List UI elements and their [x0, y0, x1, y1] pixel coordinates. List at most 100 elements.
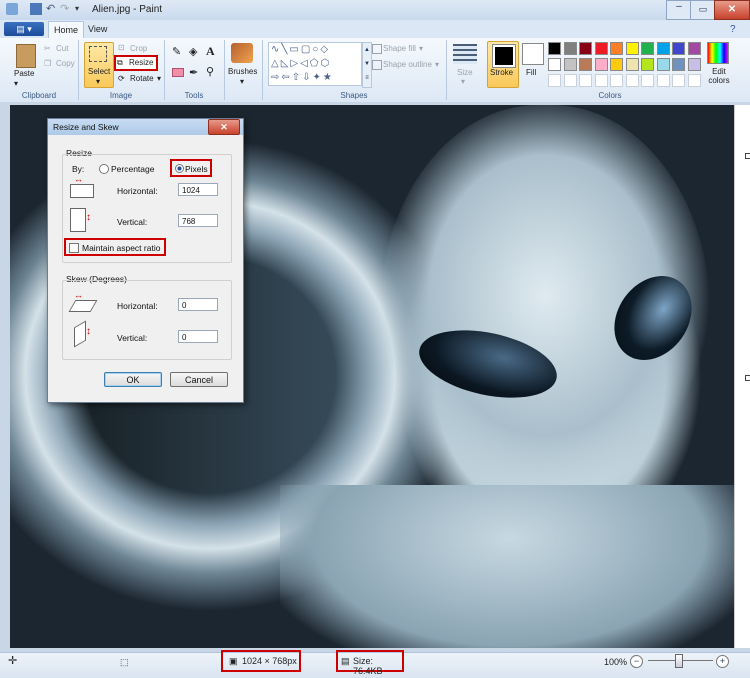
color-swatch[interactable]	[641, 42, 654, 55]
rotate-button[interactable]: Rotate	[130, 74, 154, 83]
skew-horizontal-input[interactable]: 0	[178, 298, 218, 311]
color-swatch[interactable]	[672, 58, 685, 71]
magnifier-icon[interactable]: ⚲	[206, 65, 214, 78]
color-swatch[interactable]	[579, 42, 592, 55]
pixels-radio[interactable]	[175, 164, 184, 173]
cut-icon[interactable]: ✂	[44, 44, 51, 53]
copy-button[interactable]: Copy	[56, 59, 75, 68]
custom-color-slot[interactable]	[625, 74, 639, 87]
window-title: Alien.jpg - Paint	[92, 4, 163, 15]
color-swatch[interactable]	[672, 42, 685, 55]
custom-color-slot[interactable]	[548, 74, 561, 87]
custom-color-slot[interactable]	[641, 74, 654, 87]
color-swatch[interactable]	[687, 42, 701, 55]
shape-outline-button[interactable]: Shape outline	[383, 60, 432, 69]
shapes-scrollbar[interactable]: ▲ ▼ ≡	[362, 42, 372, 88]
select-dropdown-icon[interactable]: ▾	[96, 77, 100, 86]
color-swatch[interactable]	[687, 58, 701, 71]
image-size-icon: ▣	[229, 656, 238, 666]
skew-vertical-input[interactable]: 0	[178, 330, 218, 343]
crop-button[interactable]: Crop	[130, 44, 147, 53]
custom-color-slot[interactable]	[563, 74, 577, 87]
undo-icon[interactable]: ↶	[46, 3, 58, 15]
brushes-button[interactable]: Brushes	[228, 67, 257, 76]
tab-home[interactable]: Home	[48, 21, 84, 39]
size-button[interactable]: Size	[457, 68, 473, 77]
custom-color-slot[interactable]	[656, 74, 670, 87]
custom-color-slot[interactable]	[610, 74, 623, 87]
zoom-in-button[interactable]: +	[716, 655, 729, 668]
custom-color-slot[interactable]	[594, 74, 608, 87]
qat-dropdown-icon[interactable]: ▾	[75, 3, 87, 15]
color-swatch[interactable]	[625, 58, 639, 71]
custom-color-slot[interactable]	[687, 74, 701, 87]
close-button[interactable]: ✕	[714, 0, 750, 20]
edit-colors-button[interactable]: Edit colors	[706, 67, 732, 85]
paste-dropdown-icon[interactable]: ▾	[14, 79, 18, 88]
paste-button[interactable]: Paste	[14, 69, 34, 78]
shape-fill-button[interactable]: Shape fill	[383, 44, 416, 53]
size-dropdown-icon[interactable]: ▾	[461, 77, 465, 86]
tab-view[interactable]: View	[88, 24, 107, 34]
save-icon[interactable]	[30, 3, 42, 15]
fill-color-swatch[interactable]	[522, 43, 544, 65]
dialog-close-button[interactable]: ✕	[208, 119, 240, 135]
shapes-gallery[interactable]: ∿╲▭▢○◇ △◺▷◁⬠⬡ ⇨⇦⇧⇩✦★	[268, 42, 362, 86]
text-tool-icon[interactable]: A	[206, 44, 215, 59]
color-swatch[interactable]	[563, 58, 577, 71]
color-picker-icon[interactable]: ✒	[189, 66, 198, 79]
color-swatch[interactable]	[563, 42, 577, 55]
rotate-dropdown-icon[interactable]: ▾	[157, 74, 161, 83]
crop-icon: ⊡	[118, 43, 125, 52]
percentage-radio[interactable]	[99, 164, 109, 174]
cut-button[interactable]: Cut	[56, 44, 68, 53]
color-swatch[interactable]	[610, 58, 623, 71]
color-swatch[interactable]	[625, 42, 639, 55]
by-label: By:	[72, 164, 85, 174]
pencil-icon[interactable]: ✎	[172, 45, 181, 58]
redo-icon[interactable]: ↷	[60, 3, 72, 15]
tools-group-label: Tools	[184, 91, 204, 100]
edit-colors-icon[interactable]	[707, 42, 729, 64]
color-swatch[interactable]	[579, 58, 592, 71]
file-size-icon: ▤	[341, 656, 350, 666]
fill-bucket-icon[interactable]: ◈	[189, 45, 197, 58]
maintain-aspect-checkbox[interactable]	[69, 243, 79, 253]
zoom-slider-thumb[interactable]	[675, 654, 683, 668]
brushes-icon[interactable]	[231, 43, 253, 63]
minimize-button[interactable]: –	[666, 0, 692, 20]
color-swatch[interactable]	[594, 58, 608, 71]
maintain-aspect-option[interactable]: Maintain aspect ratio	[64, 238, 166, 256]
paste-icon[interactable]	[16, 44, 36, 68]
color-swatch[interactable]	[656, 58, 670, 71]
paint-menu-button[interactable]: ▤ ▾	[4, 22, 44, 36]
zoom-out-button[interactable]: −	[630, 655, 643, 668]
custom-color-slot[interactable]	[672, 74, 685, 87]
resize-horizontal-input[interactable]: 1024	[178, 183, 218, 196]
cancel-button[interactable]: Cancel	[170, 372, 228, 387]
color-swatch[interactable]	[610, 42, 623, 55]
eraser-icon[interactable]	[172, 68, 184, 77]
shape-outline-dropdown-icon[interactable]: ▾	[435, 60, 439, 69]
pixels-option[interactable]: Pixels	[170, 159, 212, 177]
help-icon[interactable]: ?	[730, 24, 736, 35]
copy-icon[interactable]: ❐	[44, 59, 51, 68]
stroke-label: Stroke	[490, 68, 514, 77]
color-swatch[interactable]	[641, 58, 654, 71]
color-swatch[interactable]	[594, 42, 608, 55]
color-swatch[interactable]	[656, 42, 670, 55]
color-swatch[interactable]	[548, 58, 561, 71]
canvas-resize-handle[interactable]	[745, 375, 750, 381]
shape-fill-dropdown-icon[interactable]: ▾	[419, 44, 423, 53]
canvas-resize-handle[interactable]	[745, 153, 750, 159]
color-swatch[interactable]	[548, 42, 561, 55]
ok-button[interactable]: OK	[104, 372, 162, 387]
brushes-dropdown-icon[interactable]: ▾	[240, 77, 244, 86]
resize-vertical-input[interactable]: 768	[178, 214, 218, 227]
paint-app-icon	[6, 3, 18, 15]
shape-fill-icon	[372, 44, 382, 54]
size-icon[interactable]	[453, 44, 477, 64]
maximize-button[interactable]: ▭	[690, 0, 716, 20]
custom-color-slot[interactable]	[579, 74, 592, 87]
resize-button[interactable]: ⧉ Resize	[114, 55, 158, 71]
